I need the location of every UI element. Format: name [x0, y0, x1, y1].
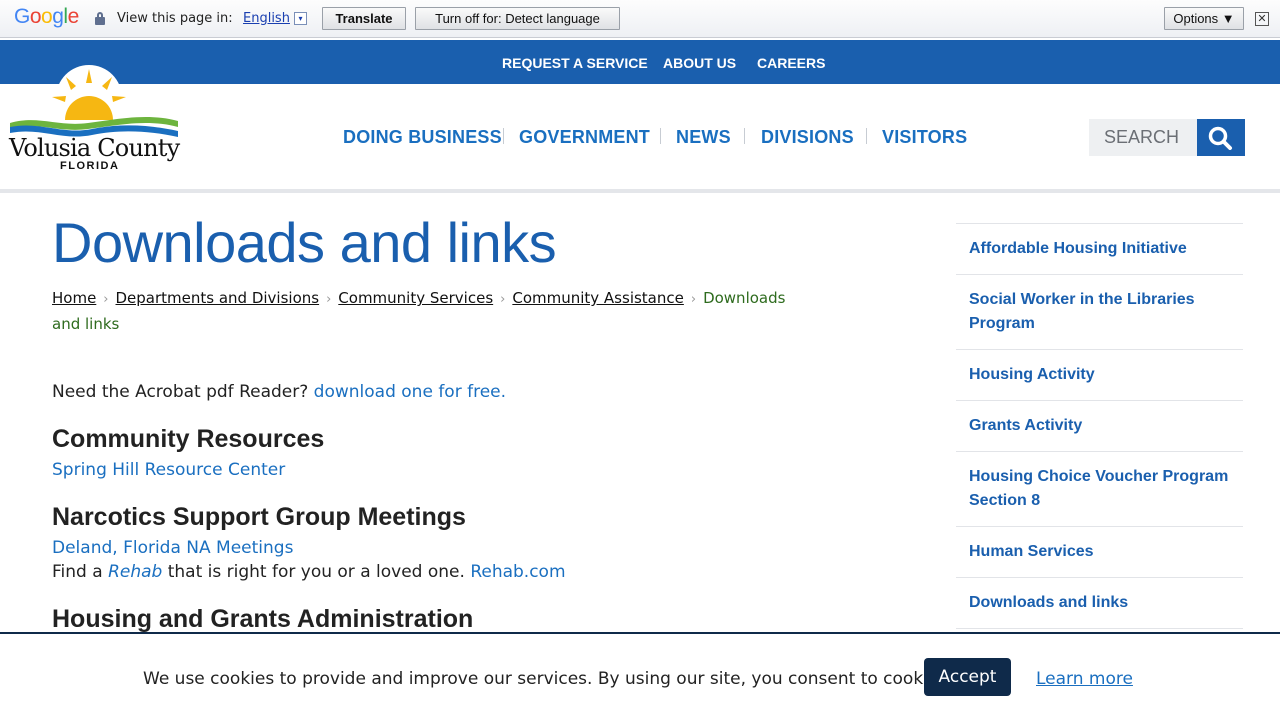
google-logo-letter: g [52, 5, 64, 28]
utility-nav: REQUEST A SERVICE ABOUT US CAREERS [0, 40, 1280, 84]
breadcrumb: Home › Departments and Divisions › Community… [52, 286, 812, 336]
sidebar-nav: Affordable Housing Initiative Social Wor… [956, 223, 1243, 629]
search-button[interactable] [1197, 119, 1245, 156]
breadcrumb-community-services[interactable]: Community Services [338, 289, 493, 307]
view-page-label: View this page in: [117, 11, 233, 26]
sidebar-item-housing-choice-voucher[interactable]: Housing Choice Voucher Program Section 8 [956, 452, 1243, 527]
sidebar-item-grants-activity[interactable]: Grants Activity [956, 401, 1243, 452]
cookie-message: We use cookies to provide and improve ou… [143, 669, 953, 689]
acrobat-download-link[interactable]: download one for free. [314, 382, 506, 402]
nav-government[interactable]: GOVERNMENT [519, 127, 650, 148]
accept-cookies-button[interactable]: Accept [924, 658, 1011, 696]
nav-careers[interactable]: CAREERS [757, 55, 825, 71]
deland-na-link[interactable]: Deland, Florida NA Meetings [52, 538, 293, 558]
heading-narcotics-support: Narcotics Support Group Meetings [52, 503, 466, 531]
close-icon[interactable]: ✕ [1255, 12, 1269, 26]
translate-button[interactable]: Translate [322, 7, 406, 30]
nav-separator [660, 128, 661, 144]
rehab-italic-link[interactable]: Rehab [108, 562, 162, 582]
rehab-com-link[interactable]: Rehab.com [470, 562, 565, 582]
breadcrumb-departments[interactable]: Departments and Divisions [116, 289, 320, 307]
chevron-right-icon: › [326, 292, 332, 307]
nav-about-us[interactable]: ABOUT US [663, 55, 736, 71]
breadcrumb-community-assistance[interactable]: Community Assistance [512, 289, 684, 307]
nav-separator [744, 128, 745, 144]
sidebar-item-human-services[interactable]: Human Services [956, 527, 1243, 578]
main-content: Need the Acrobat pdf Reader? download on… [52, 380, 832, 634]
logo-county-name: Volusia County [9, 134, 180, 162]
rehab-prefix: Find a [52, 562, 103, 582]
nav-divisions[interactable]: DIVISIONS [761, 127, 854, 148]
narcotics-support-item: Deland, Florida NA Meetings [52, 536, 832, 560]
turn-off-translate-button[interactable]: Turn off for: Detect language [415, 7, 620, 30]
nav-separator [866, 128, 867, 144]
google-logo-letter: o [41, 5, 53, 28]
acrobat-line: Need the Acrobat pdf Reader? download on… [52, 380, 832, 404]
search-icon [1208, 126, 1232, 150]
chevron-right-icon: › [103, 292, 109, 307]
chevron-down-icon[interactable]: ▾ [294, 12, 307, 25]
google-logo-letter: e [67, 5, 80, 28]
nav-news[interactable]: NEWS [676, 127, 731, 148]
breadcrumb-home[interactable]: Home [52, 289, 96, 307]
community-resources-item: Spring Hill Resource Center [52, 458, 832, 482]
chevron-right-icon: › [690, 292, 697, 307]
chevron-right-icon: › [500, 292, 506, 307]
heading-housing-grants: Housing and Grants Administration [52, 605, 474, 633]
spring-hill-link[interactable]: Spring Hill Resource Center [52, 460, 285, 480]
language-select[interactable]: English [243, 11, 290, 26]
header-divider [0, 189, 1280, 193]
rehab-middle: that is right for you or a loved one. [167, 562, 465, 582]
search-input[interactable] [1089, 119, 1189, 156]
options-button[interactable]: Options ▼ [1164, 7, 1244, 30]
heading-community-resources: Community Resources [52, 425, 325, 453]
sidebar-item-social-worker[interactable]: Social Worker in the Libraries Program [956, 275, 1243, 350]
sidebar-item-affordable-housing[interactable]: Affordable Housing Initiative [956, 224, 1243, 275]
google-logo-letter: o [29, 5, 42, 28]
acrobat-text: Need the Acrobat pdf Reader? [52, 382, 309, 402]
page-title: Downloads and links [52, 211, 557, 274]
rehab-line: Find a Rehab that is right for you or a … [52, 560, 832, 584]
google-logo: Google [14, 5, 79, 29]
sidebar-item-downloads-links[interactable]: Downloads and links [956, 578, 1243, 629]
nav-doing-business[interactable]: DOING BUSINESS [343, 127, 502, 148]
google-translate-bar: Google View this page in: English ▾ Tran… [0, 0, 1280, 38]
lock-icon [95, 12, 105, 25]
google-logo-letter: G [14, 5, 30, 28]
cookie-banner: We use cookies to provide and improve ou… [0, 632, 1280, 720]
logo-state: FLORIDA [60, 160, 120, 172]
search-box [1089, 119, 1197, 156]
nav-visitors[interactable]: VISITORS [882, 127, 967, 148]
nav-request-service[interactable]: REQUEST A SERVICE [502, 55, 648, 71]
sidebar-item-housing-activity[interactable]: Housing Activity [956, 350, 1243, 401]
nav-separator [503, 128, 504, 144]
learn-more-link[interactable]: Learn more [1036, 669, 1133, 689]
